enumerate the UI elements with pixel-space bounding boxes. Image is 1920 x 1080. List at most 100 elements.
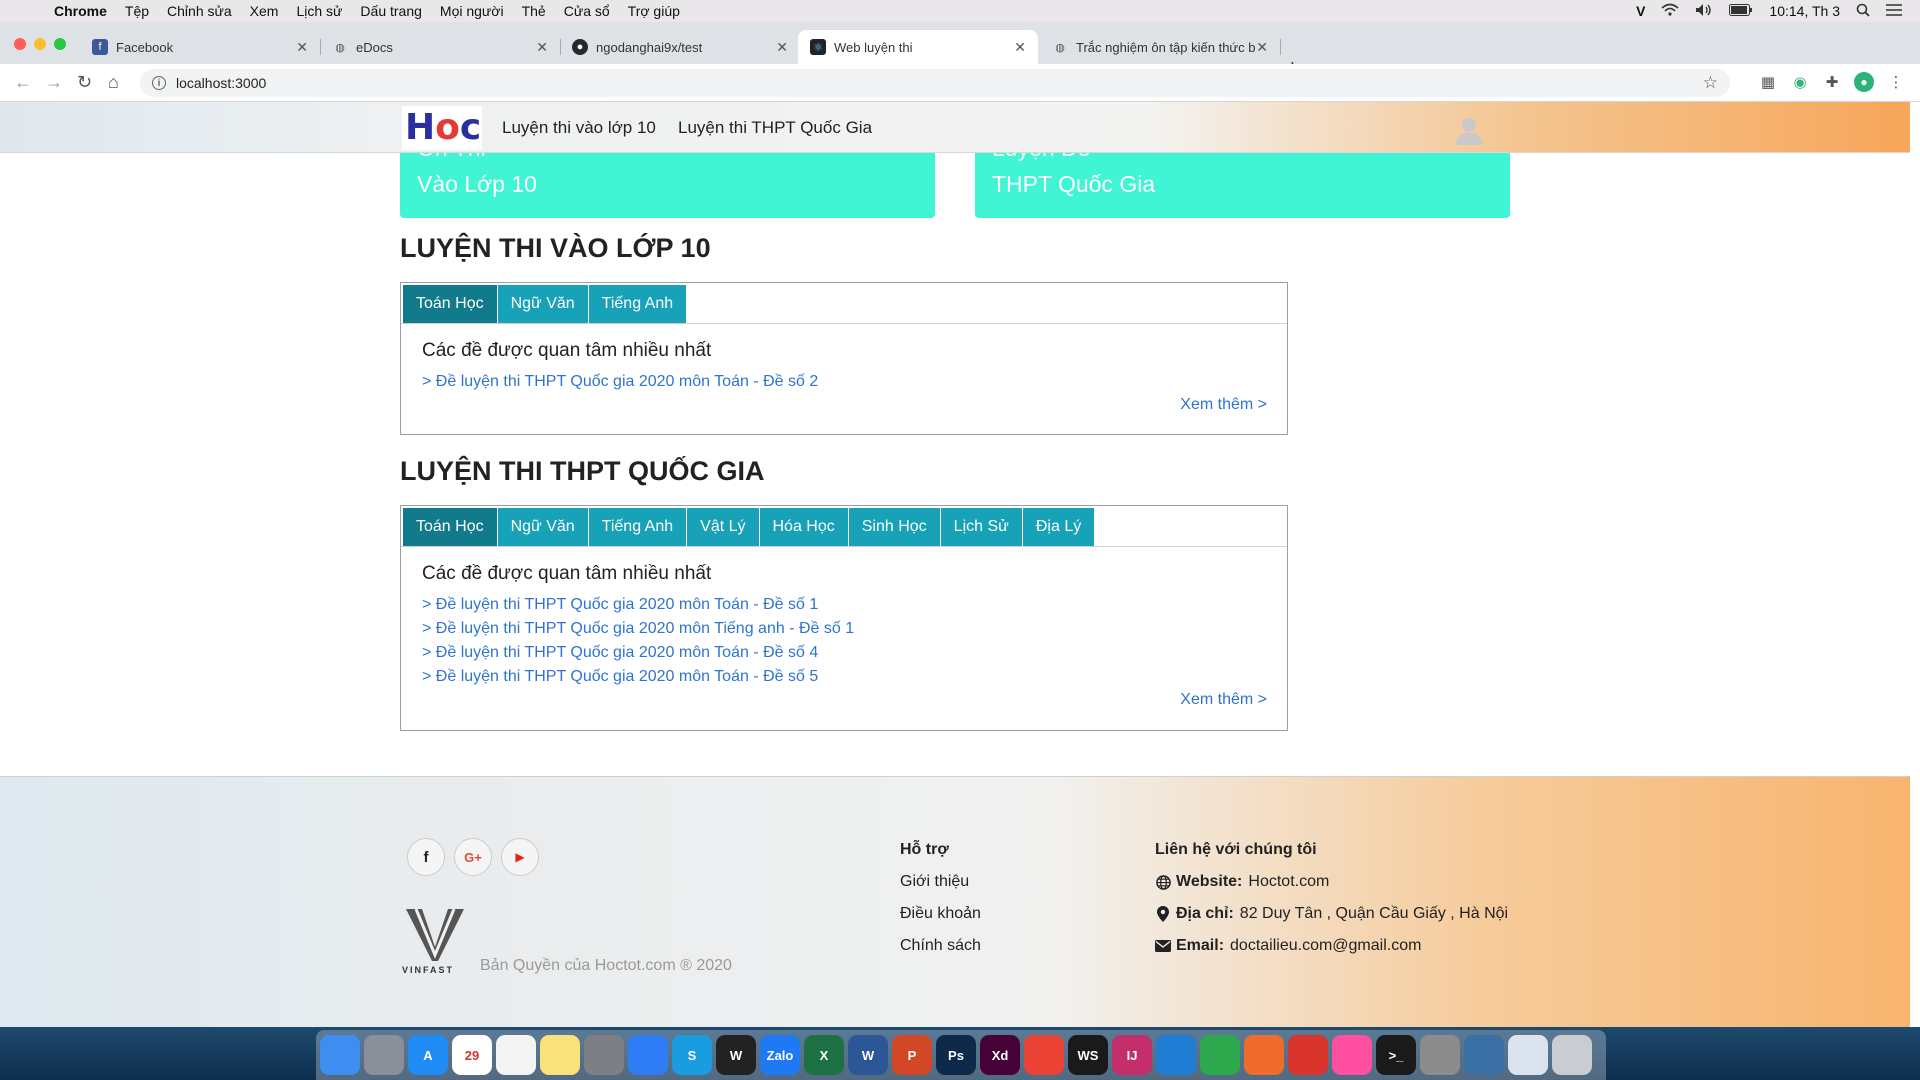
- system-preferences-icon[interactable]: [584, 1035, 624, 1075]
- footer-link-dieu-khoan[interactable]: Điều khoản: [900, 905, 981, 923]
- tab-ngu-van[interactable]: Ngữ Văn: [497, 508, 588, 546]
- browser-tab-edocs[interactable]: ◍ eDocs ✕: [320, 30, 561, 64]
- nav-link-lop-10[interactable]: Luyện thi vào lớp 10: [502, 118, 656, 138]
- menu-window[interactable]: Cửa sổ: [564, 3, 610, 19]
- footer-link-gioi-thieu[interactable]: Giới thiệu: [900, 873, 969, 891]
- tab-tieng-anh[interactable]: Tiếng Anh: [588, 285, 687, 323]
- notification-center-icon[interactable]: [1886, 3, 1902, 19]
- exam-link[interactable]: > Đề luyện thi THPT Quốc gia 2020 môn To…: [422, 593, 1266, 617]
- url-text[interactable]: localhost:3000: [176, 75, 266, 91]
- see-more-link[interactable]: Xem thêm >: [1180, 691, 1267, 709]
- qr-code-icon[interactable]: ▦: [1758, 72, 1778, 92]
- profile-avatar-icon[interactable]: ●: [1854, 72, 1874, 92]
- youtube-icon[interactable]: ▶: [501, 838, 539, 876]
- finder-icon[interactable]: [320, 1035, 360, 1075]
- app-store-icon[interactable]: A: [408, 1035, 448, 1075]
- exam-link[interactable]: > Đề luyện thi THPT Quốc gia 2020 môn To…: [422, 665, 1266, 689]
- menu-edit[interactable]: Chỉnh sửa: [167, 3, 232, 19]
- menu-tab[interactable]: Thẻ: [522, 3, 546, 19]
- browser-tab-github[interactable]: ● ngodanghai9x/test ✕: [560, 30, 800, 64]
- messenger-icon[interactable]: [628, 1035, 668, 1075]
- menu-bookmarks[interactable]: Dấu trang: [360, 3, 421, 19]
- eraser-icon[interactable]: [1332, 1035, 1372, 1075]
- menu-help[interactable]: Trợ giúp: [628, 3, 680, 19]
- home-icon[interactable]: ⌂: [108, 72, 119, 93]
- facebook-icon[interactable]: f: [407, 838, 445, 876]
- tab-hoa-hoc[interactable]: Hóa Học: [759, 508, 848, 546]
- volume-icon[interactable]: [1695, 3, 1713, 20]
- tab-lich-su[interactable]: Lịch Sử: [940, 508, 1022, 546]
- trash-icon[interactable]: [1552, 1035, 1592, 1075]
- browser-tab-trac-nghiem[interactable]: ◍ Trắc nghiệm ôn tập kiến thức b ✕: [1040, 30, 1281, 64]
- mysql-workbench-icon[interactable]: [1464, 1035, 1504, 1075]
- launchpad-icon[interactable]: [364, 1035, 404, 1075]
- close-tab-icon[interactable]: ✕: [1014, 39, 1026, 56]
- affinity-icon[interactable]: [1200, 1035, 1240, 1075]
- menu-people[interactable]: Mọi người: [440, 3, 504, 19]
- menu-file[interactable]: Tệp: [125, 3, 149, 19]
- menu-app-chrome[interactable]: Chrome: [54, 3, 107, 19]
- forward-arrow-icon[interactable]: →: [45, 72, 63, 93]
- site-logo[interactable]: Hoc: [402, 106, 482, 150]
- clock[interactable]: 10:14, Th 3: [1769, 3, 1840, 19]
- spotlight-search-icon[interactable]: [1856, 3, 1870, 20]
- tab-ngu-van[interactable]: Ngữ Văn: [497, 285, 588, 323]
- browser-tab-web-luyen-thi[interactable]: ⚛ Web luyện thi ✕: [798, 30, 1038, 64]
- website-value[interactable]: Hoctot.com: [1248, 873, 1329, 891]
- vscode-icon[interactable]: [1156, 1035, 1196, 1075]
- zoom-window-button[interactable]: [54, 38, 66, 50]
- nav-link-thpt[interactable]: Luyện thi THPT Quốc Gia: [678, 118, 872, 138]
- reminders-icon[interactable]: [496, 1035, 536, 1075]
- menu-view[interactable]: Xem: [250, 3, 279, 19]
- xd-icon[interactable]: Xd: [980, 1035, 1020, 1075]
- tab-dia-ly[interactable]: Địa Lý: [1022, 508, 1095, 546]
- terminal-icon[interactable]: >_: [1376, 1035, 1416, 1075]
- documents-icon[interactable]: [1508, 1035, 1548, 1075]
- powerpoint-icon[interactable]: P: [892, 1035, 932, 1075]
- hero-card-lop-10[interactable]: Ôn Thi Vào Lớp 10: [400, 153, 935, 218]
- close-tab-icon[interactable]: ✕: [536, 39, 548, 56]
- hero-card-thpt[interactable]: Luyện Đề THPT Quốc Gia: [975, 153, 1510, 218]
- footer-link-chinh-sach[interactable]: Chính sách: [900, 937, 981, 955]
- word-icon[interactable]: W: [848, 1035, 888, 1075]
- exam-link[interactable]: > Đề luyện thi THPT Quốc gia 2020 môn Ti…: [422, 617, 1266, 641]
- exam-link[interactable]: > Đề luyện thi THPT Quốc gia 2020 môn To…: [422, 641, 1266, 665]
- wire-icon[interactable]: W: [716, 1035, 756, 1075]
- close-tab-icon[interactable]: ✕: [296, 39, 308, 56]
- keychain-icon[interactable]: [1420, 1035, 1460, 1075]
- see-more-link[interactable]: Xem thêm >: [1180, 396, 1267, 414]
- tab-toan-hoc[interactable]: Toán Học: [403, 508, 497, 546]
- tab-toan-hoc[interactable]: Toán Học: [403, 285, 497, 323]
- excel-icon[interactable]: X: [804, 1035, 844, 1075]
- tab-sinh-hoc[interactable]: Sinh Học: [848, 508, 940, 546]
- zalo-icon[interactable]: Zalo: [760, 1035, 800, 1075]
- webstorm-icon[interactable]: WS: [1068, 1035, 1108, 1075]
- back-arrow-icon[interactable]: ←: [14, 72, 32, 93]
- tab-tieng-anh[interactable]: Tiếng Anh: [588, 508, 687, 546]
- user-avatar-icon[interactable]: [1453, 114, 1485, 146]
- google-plus-icon[interactable]: G+: [454, 838, 492, 876]
- close-window-button[interactable]: [14, 38, 26, 50]
- close-tab-icon[interactable]: ✕: [776, 39, 788, 56]
- reload-icon[interactable]: ↻: [77, 72, 92, 93]
- intellij-icon[interactable]: IJ: [1112, 1035, 1152, 1075]
- extensions-puzzle-icon[interactable]: ✚: [1822, 72, 1842, 92]
- bookmark-star-icon[interactable]: ☆: [1703, 73, 1718, 93]
- address-bar[interactable]: i localhost:3000 ☆: [140, 69, 1730, 97]
- skype-icon[interactable]: S: [672, 1035, 712, 1075]
- email-value[interactable]: doctailieu.com@gmail.com: [1230, 937, 1421, 955]
- minimize-window-button[interactable]: [34, 38, 46, 50]
- notes-icon[interactable]: [540, 1035, 580, 1075]
- browser-tab-facebook[interactable]: f Facebook ✕: [80, 30, 321, 64]
- extension-icon[interactable]: ◉: [1790, 72, 1810, 92]
- calendar-icon[interactable]: 29: [452, 1035, 492, 1075]
- tab-vat-ly[interactable]: Vật Lý: [687, 508, 759, 546]
- chrome-icon[interactable]: [1024, 1035, 1064, 1075]
- exam-link[interactable]: > Đề luyện thi THPT Quốc gia 2020 môn To…: [422, 370, 1266, 394]
- photoshop-icon[interactable]: Ps: [936, 1035, 976, 1075]
- close-tab-icon[interactable]: ✕: [1256, 39, 1268, 56]
- menu-history[interactable]: Lịch sử: [296, 3, 342, 19]
- vpn-icon[interactable]: [1288, 1035, 1328, 1075]
- battery-icon[interactable]: [1729, 3, 1753, 19]
- vietnamese-input-icon[interactable]: V: [1636, 3, 1645, 19]
